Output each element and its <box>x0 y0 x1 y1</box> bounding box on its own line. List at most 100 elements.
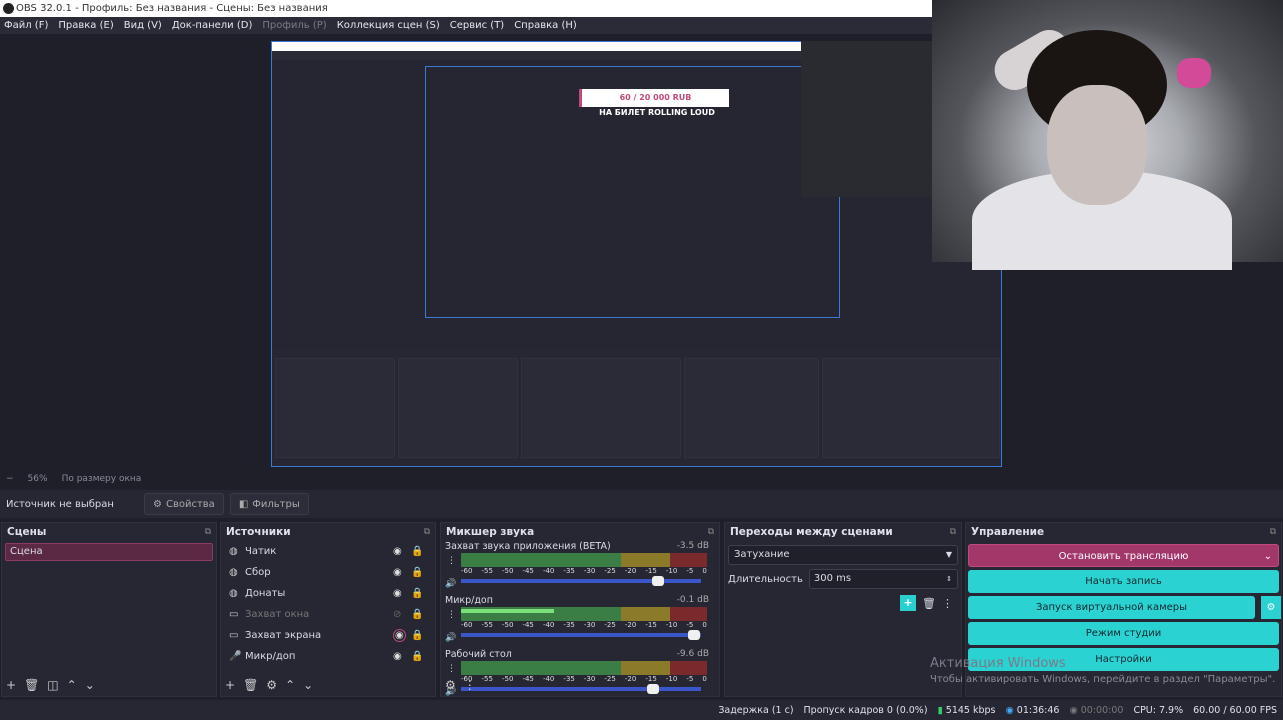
start-record-button[interactable]: Начать запись <box>968 570 1279 593</box>
eye-icon[interactable]: ◉ <box>393 588 402 599</box>
menu-tools[interactable]: Сервис (T) <box>450 20 504 31</box>
gear-icon[interactable]: ⚙ <box>1259 596 1281 619</box>
dark-region <box>801 41 932 197</box>
undock-icon[interactable]: ⧉ <box>1270 527 1276 537</box>
channel-menu-icon[interactable]: ⋮ <box>447 664 456 674</box>
undock-icon[interactable]: ⧉ <box>424 527 430 537</box>
source-name: Сбор <box>245 567 271 578</box>
remove-source-button[interactable]: 🗑 <box>243 678 258 692</box>
lock-icon[interactable]: 🔒 <box>411 588 423 599</box>
volume-slider[interactable] <box>461 684 701 694</box>
channel-menu-icon[interactable]: ⋮ <box>447 610 456 620</box>
meter-tick: -45 <box>522 567 534 575</box>
scenes-dock: Сцены ⧉ Сцена + 🗑 ◫ ⌃ ⌄ <box>1 522 217 697</box>
scene-filters-button[interactable]: ◫ <box>47 678 58 692</box>
scene-item[interactable]: Сцена <box>5 543 213 561</box>
channel-menu-icon[interactable]: ⋮ <box>447 556 456 566</box>
menu-docks[interactable]: Док-панели (D) <box>172 20 253 31</box>
controls-title: Управление <box>971 526 1045 538</box>
meter-tick: -50 <box>501 567 514 575</box>
add-scene-button[interactable]: + <box>6 678 16 692</box>
no-source-label: Источник не выбран <box>6 498 114 510</box>
windows-activation-text: Чтобы активировать Windows, перейдите в … <box>930 674 1276 685</box>
source-item[interactable]: ◍ Сбор ◉ 🔒 <box>221 562 435 583</box>
volume-knob[interactable] <box>647 684 659 694</box>
move-up-button[interactable]: ⌃ <box>67 678 77 692</box>
lock-icon[interactable]: 🔒 <box>411 609 423 620</box>
eye-icon[interactable]: ◉ <box>393 651 402 662</box>
remove-transition-button[interactable]: 🗑 <box>922 597 936 610</box>
menu-file[interactable]: Файл (F) <box>4 20 48 31</box>
move-up-button[interactable]: ⌃ <box>285 678 295 692</box>
duration-label: Длительность <box>728 573 803 585</box>
mixer-channel: Микр/доп -0.1 dB ⋮ -60 -55 -50 -45 -40 -35 -30 -25… <box>441 595 719 649</box>
menu-scene-collection[interactable]: Коллекция сцен (S) <box>337 20 440 31</box>
volume-meter <box>461 661 707 675</box>
studio-mode-button[interactable]: Режим студии <box>968 622 1279 645</box>
move-down-button[interactable]: ⌄ <box>303 678 313 692</box>
source-properties-button[interactable]: ⚙ <box>266 678 277 692</box>
transitions-dock: Переходы между сценами ⧉ Затухание ▼ Длите… <box>724 522 962 697</box>
zoom-mode[interactable]: По размеру окна <box>62 474 142 484</box>
volume-knob[interactable] <box>687 630 700 640</box>
gear-icon: ⚙ <box>153 498 162 510</box>
mixer-title: Микшер звука <box>446 526 535 538</box>
eye-icon[interactable]: ◉ <box>393 629 406 642</box>
meter-tick: -50 <box>501 621 514 629</box>
source-name: Донаты <box>245 588 286 599</box>
add-transition-button[interactable]: + <box>900 595 917 611</box>
menu-bar: Файл (F) Правка (E) Вид (V) Док-панели (… <box>0 17 932 34</box>
source-item[interactable]: 🎤 Микр/доп ◉ 🔒 <box>221 646 435 667</box>
menu-view[interactable]: Вид (V) <box>124 20 162 31</box>
eye-hidden-icon[interactable]: ⊘ <box>393 609 401 620</box>
source-name: Чатик <box>245 546 277 557</box>
menu-edit[interactable]: Правка (E) <box>58 20 113 31</box>
add-source-button[interactable]: + <box>225 678 235 692</box>
meter-tick: -50 <box>501 675 514 683</box>
zoom-out-button[interactable]: − <box>6 474 14 484</box>
meter-tick: -35 <box>563 675 575 683</box>
speaker-icon[interactable]: 🔊 <box>445 633 456 643</box>
source-item[interactable]: ▭ Захват окна ⊘ 🔒 <box>221 604 435 625</box>
menu-help[interactable]: Справка (H) <box>514 20 577 31</box>
transition-menu-button[interactable]: ⋮ <box>942 597 953 610</box>
move-down-button[interactable]: ⌄ <box>85 678 95 692</box>
undock-icon[interactable]: ⧉ <box>708 527 714 537</box>
filters-button[interactable]: ◧ Фильтры <box>229 493 309 515</box>
zoom-bar: − 56% По размеру окна <box>0 470 932 488</box>
volume-slider[interactable] <box>461 576 701 586</box>
duration-input[interactable]: 300 ms ⇕ <box>808 569 958 589</box>
chevron-down-icon[interactable]: ⌄ <box>1264 545 1272 568</box>
meter-tick: -5 <box>686 675 694 683</box>
volume-slider[interactable] <box>461 630 701 640</box>
lock-icon[interactable]: 🔒 <box>411 651 423 662</box>
eye-icon[interactable]: ◉ <box>393 567 402 578</box>
undock-icon[interactable]: ⧉ <box>950 527 956 537</box>
spinner-icon[interactable]: ⇕ <box>946 570 952 588</box>
meter-tick: -20 <box>624 621 637 629</box>
speaker-icon[interactable]: 🔊 <box>445 579 456 589</box>
transition-select[interactable]: Затухание ▼ <box>728 545 958 565</box>
volume-knob[interactable] <box>651 576 664 586</box>
lock-icon[interactable]: 🔒 <box>411 567 423 578</box>
source-item[interactable]: ◍ Чатик ◉ 🔒 <box>221 541 435 562</box>
monitor-icon: ▭ <box>229 630 239 641</box>
stop-stream-button[interactable]: Остановить трансляцию ⌄ <box>968 544 1279 567</box>
meter-ticks: -60 -55 -50 -45 -40 -35 -30 -25 -20 -15 -10 -5 0 <box>461 675 707 685</box>
virtual-cam-button[interactable]: Запуск виртуальной камеры ⚙ <box>968 596 1281 619</box>
properties-label: Свойства <box>165 498 215 510</box>
remove-scene-button[interactable]: 🗑 <box>24 678 39 692</box>
undock-icon[interactable]: ⧉ <box>205 527 211 537</box>
advanced-audio-button[interactable]: ⚙ <box>445 678 456 692</box>
eye-icon[interactable]: ◉ <box>393 546 402 557</box>
properties-button[interactable]: ⚙ Свойства <box>144 493 224 515</box>
channel-name: Рабочий стол <box>445 649 512 660</box>
browser-icon: ◍ <box>229 567 238 578</box>
lock-icon[interactable]: 🔒 <box>411 630 423 641</box>
source-item[interactable]: ◍ Донаты ◉ 🔒 <box>221 583 435 604</box>
source-item[interactable]: ▭ Захват экрана ◉ 🔒 <box>221 625 435 646</box>
lock-icon[interactable]: 🔒 <box>411 546 423 557</box>
mixer-menu-button[interactable]: ⋮ <box>464 678 476 692</box>
transition-value: Затухание <box>734 549 790 560</box>
meter-ticks: -60 -55 -50 -45 -40 -35 -30 -25 -20 -15 -10 -5 0 <box>461 621 707 631</box>
